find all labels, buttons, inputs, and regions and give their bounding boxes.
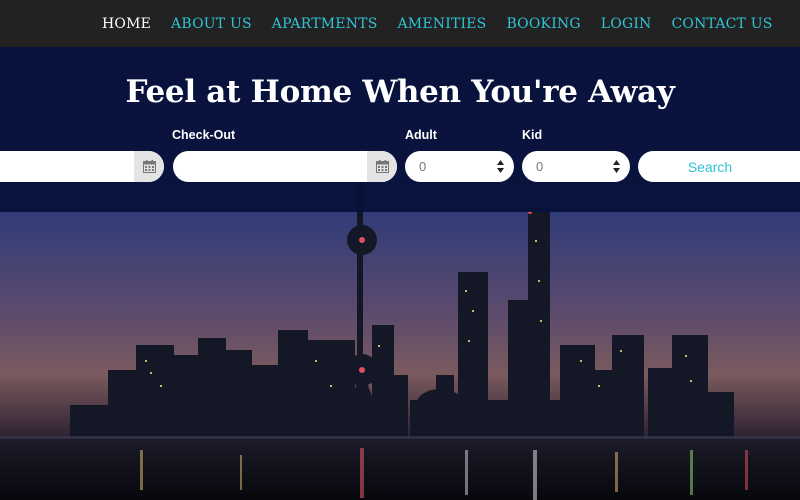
nav-about-us[interactable]: ABOUT US xyxy=(161,16,262,32)
kid-select-value: 0 xyxy=(536,159,544,174)
checkout-date-input[interactable] xyxy=(173,151,397,182)
calendar-icon xyxy=(142,160,156,173)
adult-label: Adult xyxy=(405,128,437,142)
main-nav: HOME ABOUT US APARTMENTS AMENITIES BOOKI… xyxy=(92,16,783,32)
adult-select[interactable]: 0 xyxy=(405,151,514,182)
checkout-calendar-button[interactable] xyxy=(367,151,397,182)
search-button[interactable]: Search xyxy=(638,151,800,182)
nav-home[interactable]: HOME xyxy=(92,16,161,32)
nav-booking[interactable]: BOOKING xyxy=(496,16,590,32)
calendar-icon xyxy=(375,160,389,173)
hero-overlay xyxy=(0,47,800,212)
checkout-label: Check-Out xyxy=(172,128,236,142)
nav-contact-us[interactable]: CONTACT US xyxy=(662,16,783,32)
select-arrows-icon xyxy=(613,160,620,173)
select-arrows-icon xyxy=(497,160,504,173)
adult-select-value: 0 xyxy=(419,159,427,174)
hero-title: Feel at Home When You're Away xyxy=(125,74,675,110)
checkin-date-input[interactable] xyxy=(0,151,164,182)
nav-amenities[interactable]: AMENITIES xyxy=(388,16,497,32)
kid-label: Kid xyxy=(522,128,543,142)
top-navbar: HOME ABOUT US APARTMENTS AMENITIES BOOKI… xyxy=(0,0,800,47)
nav-login[interactable]: LOGIN xyxy=(591,16,662,32)
kid-select[interactable]: 0 xyxy=(522,151,630,182)
nav-apartments[interactable]: APARTMENTS xyxy=(262,16,388,32)
checkin-calendar-button[interactable] xyxy=(134,151,164,182)
